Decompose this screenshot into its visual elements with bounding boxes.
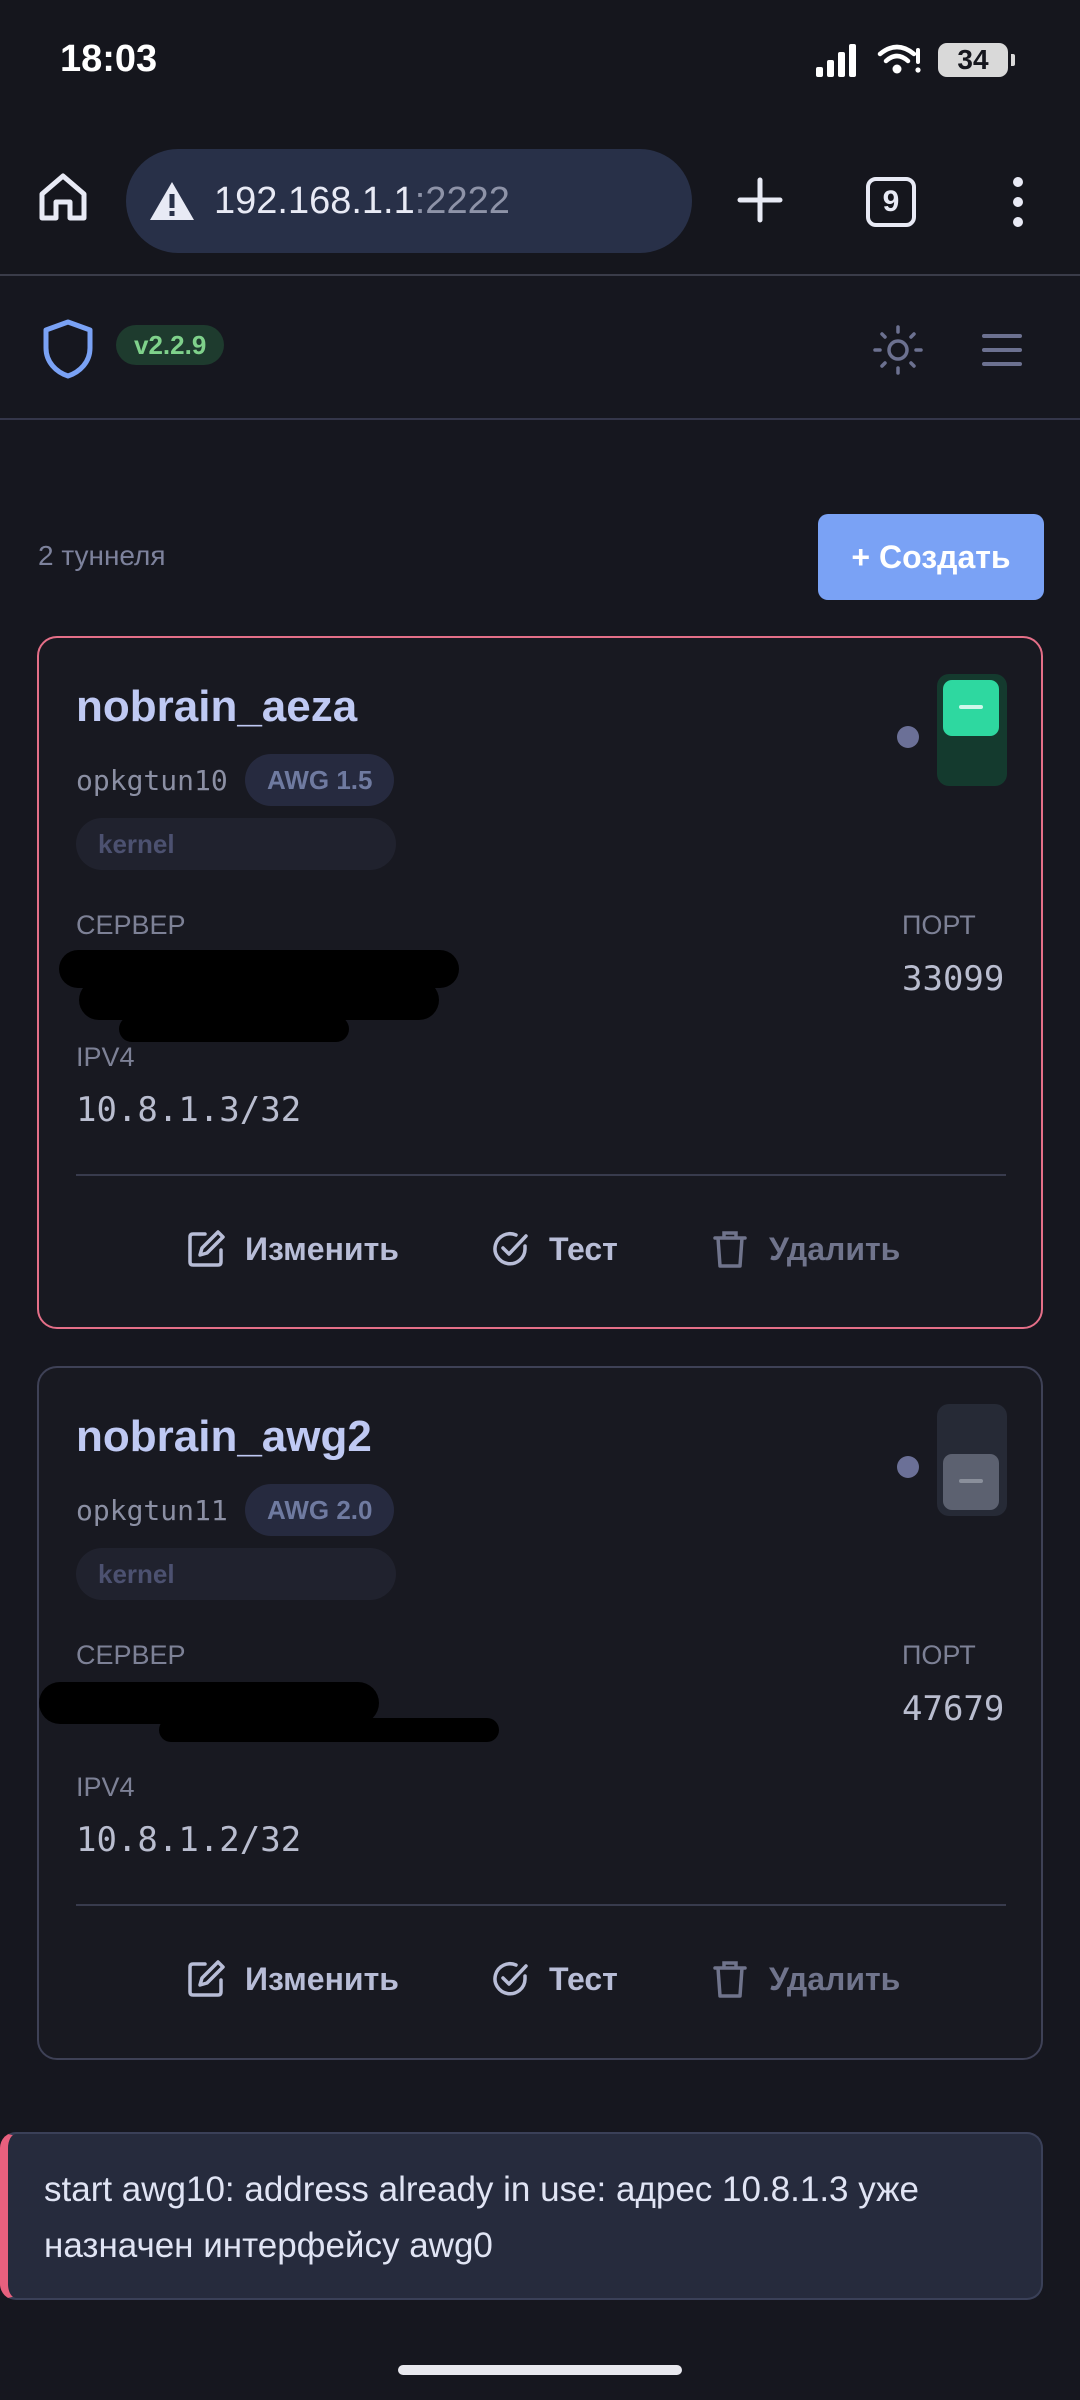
card-divider — [76, 1904, 1006, 1906]
toggle-knob — [943, 1454, 999, 1510]
edit-button[interactable]: Изменить — [185, 1228, 399, 1270]
port-label: ПОРТ — [902, 910, 976, 940]
ipv4-label: IPV4 — [76, 1042, 135, 1072]
port-label: ПОРТ — [902, 1640, 976, 1670]
tunnel-card: nobrain_aeza opkgtun10 AWG 1.5 kernel СЕ… — [37, 636, 1043, 1329]
version-badge: v2.2.9 — [116, 325, 225, 365]
status-bar: 18:03 34 — [0, 0, 1080, 130]
test-label: Тест — [549, 1230, 618, 1267]
redaction-mark — [119, 1016, 349, 1042]
delete-label: Удалить — [769, 1960, 901, 1997]
backend-badge: kernel — [76, 818, 396, 870]
interface-name: opkgtun10 — [76, 764, 228, 797]
ipv4-label: IPV4 — [76, 1772, 135, 1802]
address-bar[interactable]: 192.168.1.1:2222 — [126, 149, 692, 253]
delete-button[interactable]: Удалить — [709, 1228, 900, 1270]
url-text: 192.168.1.1:2222 — [214, 180, 510, 223]
redaction-mark — [159, 1718, 499, 1742]
shield-logo-icon[interactable] — [40, 318, 96, 380]
card-divider — [76, 1174, 1006, 1176]
edit-label: Изменить — [245, 1230, 399, 1267]
home-icon[interactable] — [36, 170, 90, 224]
hamburger-menu-icon[interactable] — [980, 330, 1024, 370]
test-button[interactable]: Тест — [489, 1228, 618, 1270]
awg-version-badge: AWG 2.0 — [245, 1484, 395, 1536]
more-options-icon[interactable] — [1000, 174, 1036, 230]
toggle-knob — [943, 680, 999, 736]
new-tab-icon[interactable] — [730, 170, 790, 230]
port-value: 47679 — [902, 1689, 1005, 1729]
edit-icon — [188, 1960, 225, 1997]
signal-icon — [816, 44, 856, 77]
check-circle-icon — [493, 1232, 528, 1266]
app-header: v2.2.9 — [0, 278, 1080, 420]
edit-icon — [188, 1230, 225, 1267]
redaction-mark — [79, 980, 439, 1020]
error-toast[interactable]: start awg10: address already in use: адр… — [0, 2132, 1043, 2300]
browser-toolbar: 192.168.1.1:2222 9 — [0, 130, 1080, 276]
server-label: СЕРВЕР — [76, 1640, 186, 1670]
status-dot — [897, 1456, 919, 1478]
trash-icon — [713, 1231, 747, 1268]
status-icons: 34 — [814, 42, 1015, 78]
status-time: 18:03 — [60, 38, 158, 80]
delete-button[interactable]: Удалить — [709, 1958, 900, 2000]
tunnel-count: 2 туннеля — [38, 540, 166, 571]
check-circle-icon — [493, 1962, 528, 1996]
tunnel-name: nobrain_awg2 — [76, 1412, 372, 1461]
tunnel-name: nobrain_aeza — [76, 682, 358, 731]
tunnel-card: nobrain_awg2 opkgtun11 AWG 2.0 kernel СЕ… — [37, 1366, 1043, 2060]
status-dot — [897, 726, 919, 748]
delete-label: Удалить — [769, 1230, 901, 1267]
url-port: :2222 — [414, 179, 510, 222]
trash-icon — [713, 1961, 747, 1998]
url-host: 192.168.1.1 — [214, 179, 415, 222]
backend-badge: kernel — [76, 1548, 396, 1600]
tunnel-toggle[interactable] — [937, 1404, 1007, 1516]
edit-button[interactable]: Изменить — [185, 1958, 399, 2000]
interface-name: opkgtun11 — [76, 1494, 228, 1527]
ipv4-value: 10.8.1.3/32 — [76, 1090, 302, 1130]
battery-indicator: 34 — [938, 43, 1015, 77]
port-value: 33099 — [902, 959, 1005, 999]
create-tunnel-button[interactable]: + Создать — [818, 514, 1044, 600]
home-indicator[interactable] — [398, 2365, 682, 2375]
toast-message: start awg10: address already in use: адр… — [44, 2170, 920, 2265]
test-label: Тест — [549, 1960, 618, 1997]
ipv4-value: 10.8.1.2/32 — [76, 1820, 302, 1860]
tab-switcher-button[interactable]: 9 — [866, 177, 916, 227]
wifi-icon — [877, 44, 921, 74]
sun-icon[interactable] — [872, 324, 924, 376]
warning-icon[interactable] — [148, 179, 196, 223]
test-button[interactable]: Тест — [489, 1958, 618, 2000]
edit-label: Изменить — [245, 1960, 399, 1997]
server-label: СЕРВЕР — [76, 910, 186, 940]
awg-version-badge: AWG 1.5 — [245, 754, 395, 806]
tunnel-toggle[interactable] — [937, 674, 1007, 786]
